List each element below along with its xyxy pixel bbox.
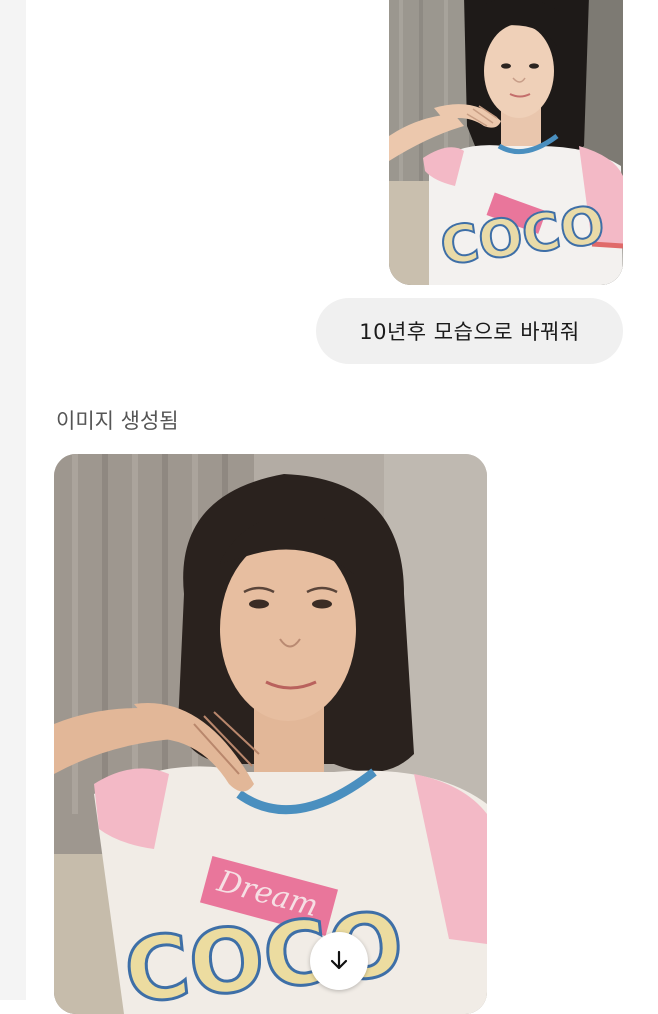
user-message-text: 10년후 모습으로 바꿔줘 (359, 320, 580, 344)
user-uploaded-photo[interactable]: COCO (389, 0, 623, 285)
image-generated-label: 이미지 생성됨 (56, 409, 179, 433)
download-button[interactable] (310, 932, 368, 990)
user-photo-illustration: COCO (389, 0, 623, 285)
left-rail (0, 0, 26, 1000)
arrow-down-icon (330, 950, 348, 970)
generated-photo-illustration: Dream COCO (54, 454, 487, 1014)
user-message-bubble[interactable]: 10년후 모습으로 바꿔줘 (316, 298, 623, 364)
generated-image[interactable]: Dream COCO (54, 454, 487, 1014)
